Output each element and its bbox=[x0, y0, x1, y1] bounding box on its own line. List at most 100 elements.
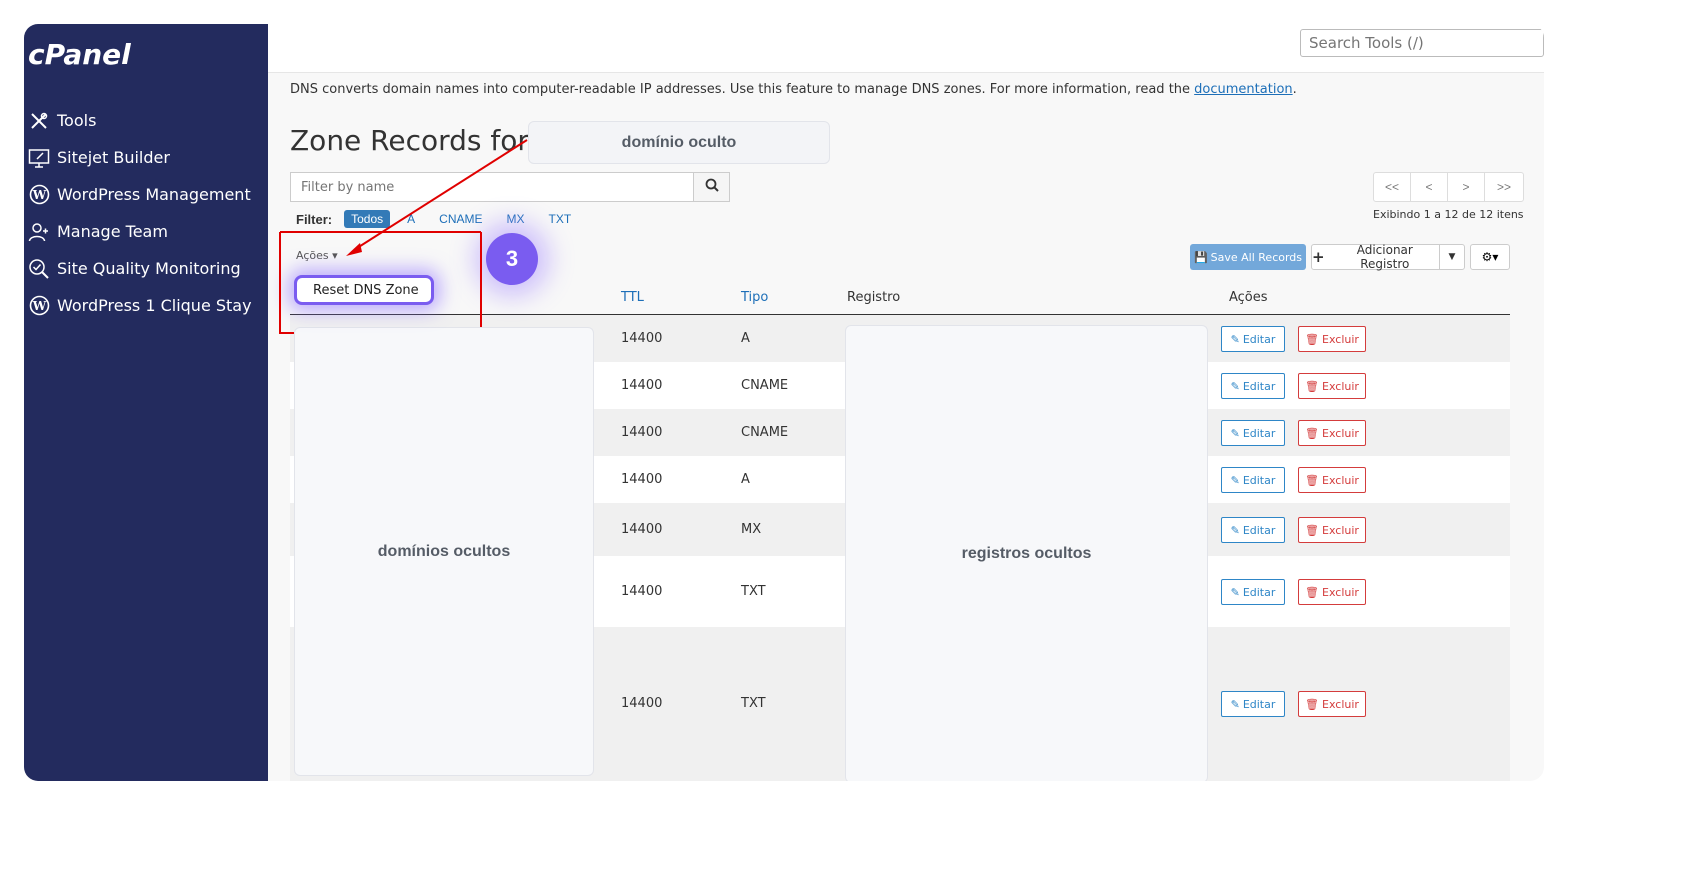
sidebar-item-label: Tools bbox=[57, 111, 97, 130]
sidebar-item-tools[interactable]: Tools bbox=[24, 102, 268, 139]
main-content: DNS converts domain names into computer-… bbox=[268, 24, 1544, 781]
type-cell: CNAME bbox=[741, 378, 789, 393]
documentation-link[interactable]: documentation bbox=[1194, 82, 1292, 97]
gear-icon: ⚙▾ bbox=[1481, 250, 1499, 264]
pencil-icon: ✎ bbox=[1230, 697, 1240, 711]
trash-icon: 🗑 bbox=[1305, 473, 1320, 487]
sidebar-item-sitejet[interactable]: Sitejet Builder bbox=[24, 139, 268, 176]
filter-a[interactable]: A bbox=[400, 210, 422, 228]
type-cell: CNAME bbox=[741, 425, 789, 440]
sidebar-item-label: WordPress 1 Clique Stay bbox=[57, 296, 252, 315]
actions-dropdown-toggle[interactable]: Ações ▾ bbox=[296, 249, 338, 262]
pagination: << < > >> bbox=[1373, 172, 1524, 202]
ttl-cell: 14400 bbox=[621, 331, 663, 346]
svg-text:W: W bbox=[31, 188, 46, 202]
settings-dropdown-button[interactable]: ⚙▾ bbox=[1470, 244, 1510, 270]
sidebar-nav: Tools Sitejet Builder W WordPress Manage… bbox=[24, 102, 268, 324]
page-last-button[interactable]: >> bbox=[1485, 173, 1523, 201]
type-filters: Filter: Todos A CNAME MX TXT bbox=[296, 210, 584, 228]
ttl-cell: 14400 bbox=[621, 584, 663, 599]
type-cell: MX bbox=[741, 522, 762, 537]
filter-by-name-input[interactable] bbox=[290, 172, 694, 202]
edit-button[interactable]: ✎ Editar bbox=[1221, 691, 1285, 717]
pencil-icon: ✎ bbox=[1230, 473, 1240, 487]
page-prev-button[interactable]: < bbox=[1411, 173, 1448, 201]
cpanel-logo[interactable]: cPanel bbox=[28, 38, 131, 71]
ttl-cell: 14400 bbox=[621, 425, 663, 440]
sidebar-item-manage-team[interactable]: Manage Team bbox=[24, 213, 268, 250]
column-type[interactable]: Tipo bbox=[741, 290, 768, 305]
masked-domain-box: domínio oculto bbox=[528, 121, 830, 164]
delete-button[interactable]: 🗑 Excluir bbox=[1298, 517, 1366, 543]
tools-icon bbox=[28, 110, 50, 132]
trash-icon: 🗑 bbox=[1305, 426, 1320, 440]
column-actions: Ações bbox=[1229, 290, 1268, 305]
sidebar-item-wordpress-management[interactable]: W WordPress Management bbox=[24, 176, 268, 213]
edit-button[interactable]: ✎ Editar bbox=[1221, 326, 1285, 352]
search-icon bbox=[705, 178, 719, 197]
pencil-icon: ✎ bbox=[1230, 426, 1240, 440]
intro-text: DNS converts domain names into computer-… bbox=[290, 82, 1297, 97]
delete-button[interactable]: 🗑 Excluir bbox=[1298, 579, 1366, 605]
pencil-icon: ✎ bbox=[1230, 585, 1240, 599]
pencil-icon: ✎ bbox=[1230, 379, 1240, 393]
sidebar-item-wordpress-1-clique[interactable]: W WordPress 1 Clique Stay bbox=[24, 287, 268, 324]
type-cell: TXT bbox=[741, 696, 766, 711]
ttl-cell: 14400 bbox=[621, 472, 663, 487]
trash-icon: 🗑 bbox=[1305, 585, 1320, 599]
user-group-icon bbox=[28, 221, 50, 243]
trash-icon: 🗑 bbox=[1305, 697, 1320, 711]
save-icon: 💾 bbox=[1193, 250, 1208, 264]
pagination-info: Exibindo 1 a 12 de 12 itens bbox=[1373, 208, 1524, 221]
trash-icon: 🗑 bbox=[1305, 379, 1320, 393]
chevron-down-icon[interactable]: ▼ bbox=[1440, 252, 1464, 262]
save-all-records-button[interactable]: 💾 Save All Records bbox=[1190, 244, 1306, 270]
filter-cname[interactable]: CNAME bbox=[432, 210, 489, 228]
type-cell: A bbox=[741, 331, 750, 346]
wordpress-icon: W bbox=[28, 295, 50, 317]
table-header: TTL Tipo Registro Ações bbox=[290, 280, 1510, 316]
sidebar-item-site-quality[interactable]: Site Quality Monitoring bbox=[24, 250, 268, 287]
filter-search-button[interactable] bbox=[693, 172, 730, 202]
add-record-button[interactable]: + Adicionar Registro ▼ bbox=[1311, 243, 1465, 271]
ttl-cell: 14400 bbox=[621, 378, 663, 393]
column-record: Registro bbox=[847, 290, 901, 305]
masked-names-column: domínios ocultos bbox=[294, 327, 594, 776]
step-badge: 3 bbox=[486, 233, 538, 285]
trash-icon: 🗑 bbox=[1305, 332, 1320, 346]
type-cell: A bbox=[741, 472, 750, 487]
reset-dns-zone-menu-item[interactable]: Reset DNS Zone bbox=[294, 275, 434, 305]
edit-button[interactable]: ✎ Editar bbox=[1221, 579, 1285, 605]
edit-button[interactable]: ✎ Editar bbox=[1221, 373, 1285, 399]
delete-button[interactable]: 🗑 Excluir bbox=[1298, 467, 1366, 493]
page-first-button[interactable]: << bbox=[1374, 173, 1411, 201]
app-window: cPanel Tools Sitejet Builder W WordPress… bbox=[24, 24, 1544, 781]
page-next-button[interactable]: > bbox=[1448, 173, 1485, 201]
filter-txt[interactable]: TXT bbox=[542, 210, 579, 228]
pencil-icon: ✎ bbox=[1230, 523, 1240, 537]
edit-button[interactable]: ✎ Editar bbox=[1221, 467, 1285, 493]
top-bar bbox=[268, 24, 1544, 73]
sidebar: cPanel Tools Sitejet Builder W WordPress… bbox=[24, 24, 268, 781]
delete-button[interactable]: 🗑 Excluir bbox=[1298, 691, 1366, 717]
search-tools-input[interactable] bbox=[1300, 29, 1544, 57]
sidebar-item-label: Site Quality Monitoring bbox=[57, 259, 241, 278]
delete-button[interactable]: 🗑 Excluir bbox=[1298, 326, 1366, 352]
ttl-cell: 14400 bbox=[621, 522, 663, 537]
filter-mx[interactable]: MX bbox=[500, 210, 532, 228]
sidebar-item-label: WordPress Management bbox=[57, 185, 251, 204]
edit-button[interactable]: ✎ Editar bbox=[1221, 517, 1285, 543]
masked-records-column: registros ocultos bbox=[845, 325, 1208, 781]
sidebar-item-label: Sitejet Builder bbox=[57, 148, 170, 167]
delete-button[interactable]: 🗑 Excluir bbox=[1298, 420, 1366, 446]
magnifier-check-icon bbox=[28, 258, 50, 280]
ttl-cell: 14400 bbox=[621, 696, 663, 711]
plus-icon: + bbox=[1312, 248, 1325, 266]
column-ttl[interactable]: TTL bbox=[621, 290, 644, 305]
delete-button[interactable]: 🗑 Excluir bbox=[1298, 373, 1366, 399]
edit-button[interactable]: ✎ Editar bbox=[1221, 420, 1285, 446]
sidebar-item-label: Manage Team bbox=[57, 222, 168, 241]
filter-todos[interactable]: Todos bbox=[344, 210, 391, 228]
trash-icon: 🗑 bbox=[1305, 523, 1320, 537]
filter-label: Filter: bbox=[296, 211, 333, 227]
